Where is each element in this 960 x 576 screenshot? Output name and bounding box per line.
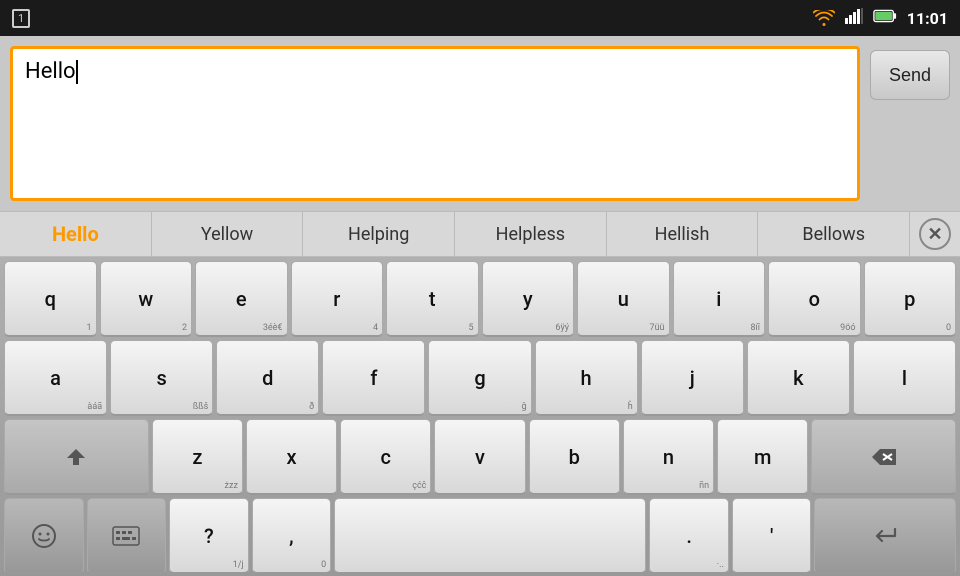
suggestion-helpless[interactable]: Helpless <box>455 212 607 256</box>
key-row-1: q1 w2 e3éè€ r4 t5 y6ÿý u7üü i8íî o9öó p0 <box>4 261 956 337</box>
key-g[interactable]: gĝ <box>428 340 531 416</box>
key-l[interactable]: l <box>853 340 956 416</box>
enter-key[interactable] <box>814 498 956 574</box>
suggestions-bar: Hello Yellow Helping Helpless Hellish Be… <box>0 211 960 257</box>
keyboard-switch-key[interactable] <box>87 498 167 574</box>
key-s[interactable]: sßßš <box>110 340 213 416</box>
suggestion-hellish[interactable]: Hellish <box>607 212 759 256</box>
key-i[interactable]: i8íî <box>673 261 766 337</box>
suggestion-yellow[interactable]: Yellow <box>152 212 304 256</box>
key-u[interactable]: u7üü <box>577 261 670 337</box>
key-v[interactable]: v <box>434 419 525 495</box>
key-f[interactable]: f <box>322 340 425 416</box>
suggestion-delete-button[interactable]: ✕ <box>910 218 960 250</box>
key-b[interactable]: b <box>529 419 620 495</box>
status-time: 11:01 <box>907 9 948 28</box>
key-row-2: aàáã sßßš dð f gĝ hĥ j k l <box>4 340 956 416</box>
text-input-box[interactable]: Hello <box>10 46 860 201</box>
enter-icon <box>871 525 899 547</box>
signal-icon <box>845 8 863 28</box>
suggestion-bellows[interactable]: Bellows <box>758 212 910 256</box>
key-apostrophe[interactable]: ' <box>732 498 812 574</box>
key-c[interactable]: cçćč <box>340 419 431 495</box>
wifi-icon <box>813 10 835 26</box>
key-z[interactable]: zżzz <box>152 419 243 495</box>
key-h[interactable]: hĥ <box>535 340 638 416</box>
emoji-key[interactable] <box>4 498 84 574</box>
notification-icon: 1 <box>12 9 30 28</box>
key-o[interactable]: o9öó <box>768 261 861 337</box>
key-k[interactable]: k <box>747 340 850 416</box>
key-y[interactable]: y6ÿý <box>482 261 575 337</box>
key-r[interactable]: r4 <box>291 261 384 337</box>
keyboard-switch-icon <box>112 526 140 546</box>
key-w[interactable]: w2 <box>100 261 193 337</box>
battery-icon <box>873 8 897 28</box>
key-row-4: ?1/j ,0 .·.. ' <box>4 498 956 574</box>
suggestion-hello[interactable]: Hello <box>0 212 152 256</box>
emoji-icon <box>31 523 57 549</box>
key-t[interactable]: t5 <box>386 261 479 337</box>
key-n[interactable]: nñn <box>623 419 714 495</box>
input-area: Hello Send <box>0 36 960 211</box>
key-period[interactable]: .·.. <box>649 498 729 574</box>
key-question[interactable]: ?1/j <box>169 498 249 574</box>
input-text: Hello <box>25 59 78 84</box>
key-e[interactable]: e3éè€ <box>195 261 288 337</box>
keyboard: q1 w2 e3éè€ r4 t5 y6ÿý u7üü i8íî o9öó p0… <box>0 257 960 576</box>
key-q[interactable]: q1 <box>4 261 97 337</box>
key-comma[interactable]: ,0 <box>252 498 332 574</box>
key-a[interactable]: aàáã <box>4 340 107 416</box>
key-row-3: zżzz x cçćč v b nñn m <box>4 419 956 495</box>
key-x[interactable]: x <box>246 419 337 495</box>
key-p[interactable]: p0 <box>864 261 957 337</box>
send-button[interactable]: Send <box>870 50 950 100</box>
suggestion-helping[interactable]: Helping <box>303 212 455 256</box>
shift-icon <box>64 445 88 469</box>
key-d[interactable]: dð <box>216 340 319 416</box>
status-bar: 1 <box>0 0 960 36</box>
shift-key[interactable] <box>4 419 149 495</box>
space-key[interactable] <box>334 498 646 574</box>
delete-circle-icon: ✕ <box>919 218 951 250</box>
key-j[interactable]: j <box>641 340 744 416</box>
backspace-icon <box>870 447 898 467</box>
key-m[interactable]: m <box>717 419 808 495</box>
backspace-key[interactable] <box>811 419 956 495</box>
